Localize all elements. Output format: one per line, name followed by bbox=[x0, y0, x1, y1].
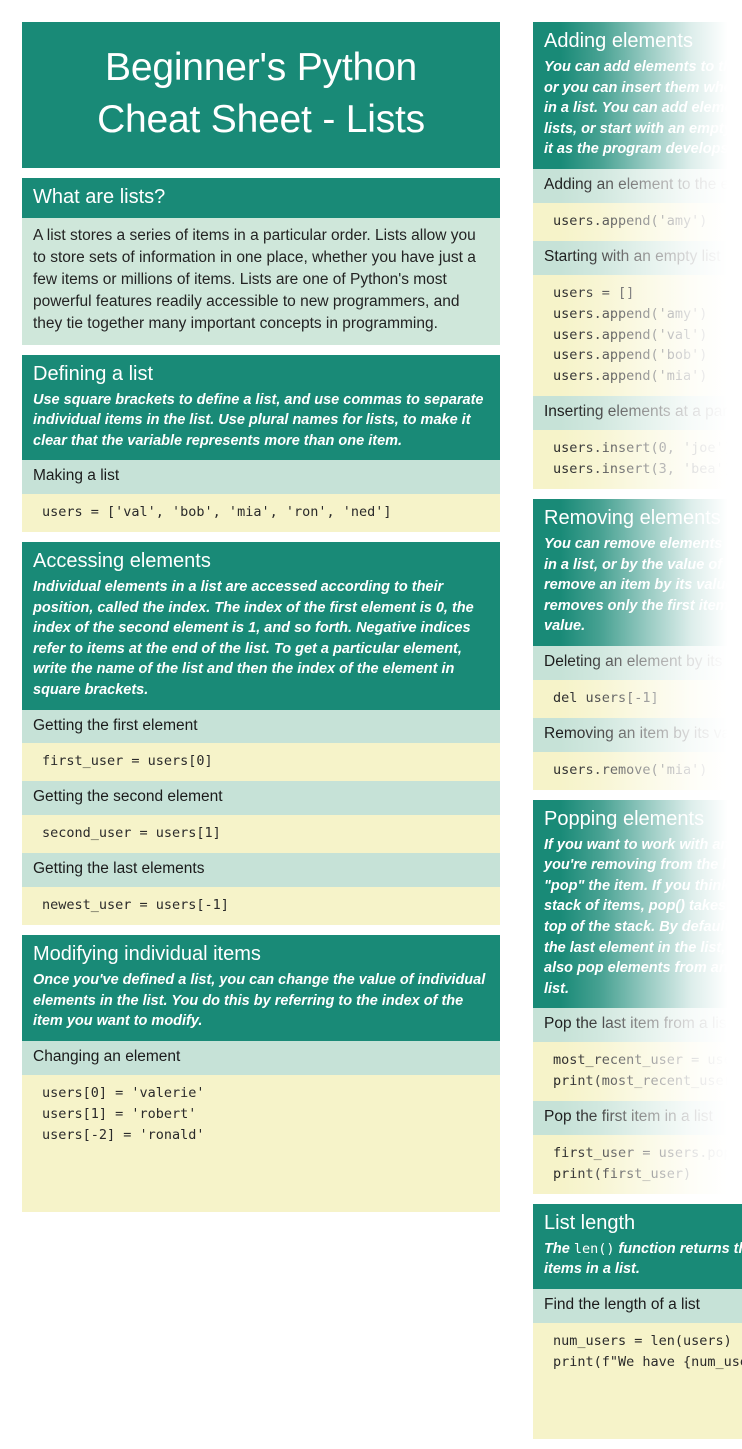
section-title: Popping elements bbox=[544, 807, 705, 830]
section-title: What are lists? bbox=[33, 185, 166, 208]
code-block: del users[-1] bbox=[533, 679, 742, 718]
page-title-line-2: Cheat Sheet - Lists bbox=[97, 97, 425, 141]
code-label: Inserting elements at a particular posit… bbox=[533, 396, 742, 431]
code-label: Starting with an empty list bbox=[533, 240, 742, 275]
section-title: Adding elements bbox=[544, 30, 693, 52]
section-description: Once you've defined a list, you can chan… bbox=[33, 972, 486, 1030]
section-description: Use square brackets to define a list, an… bbox=[33, 391, 484, 449]
section-header: Accessing elements Individual elements i… bbox=[22, 542, 500, 710]
section-header: Removing elements You can remove element… bbox=[533, 499, 742, 646]
code-label: Find the length of a list bbox=[533, 1288, 742, 1323]
code-label: Deleting an element by its position bbox=[533, 645, 742, 680]
section-header: Defining a list Use square brackets to d… bbox=[22, 354, 500, 461]
section-header: What are lists? bbox=[22, 177, 500, 218]
section-description: You can remove elements by their positio… bbox=[544, 536, 742, 635]
page-title-line-1: Beginner's Python bbox=[105, 46, 417, 89]
section-header: Adding elements You can add elements to … bbox=[533, 22, 742, 169]
section-accessing-elements: Accessing elements Individual elements i… bbox=[22, 542, 500, 926]
section-adding-elements: Adding elements You can add elements to … bbox=[533, 22, 742, 490]
code-label: Removing an item by its value bbox=[533, 717, 742, 752]
desc-prefix: The bbox=[544, 1240, 574, 1257]
code-label: Pop the first item in a list bbox=[533, 1101, 742, 1135]
code-block: users = [] users.append('amy') users.app… bbox=[533, 274, 742, 397]
section-popping-elements: Popping elements If you want to work wit… bbox=[533, 799, 742, 1194]
section-title: Accessing elements bbox=[33, 550, 211, 573]
section-title: List length bbox=[544, 1211, 636, 1234]
code-block: newest_user = users[-1] bbox=[22, 887, 500, 926]
section-description: You can add elements to the end of a lis… bbox=[544, 59, 742, 158]
page-title: Beginner's Python Cheat Sheet - Lists bbox=[22, 22, 500, 168]
section-removing-elements: Removing elements You can remove element… bbox=[533, 499, 742, 790]
section-description: If you want to work with an element that… bbox=[544, 836, 742, 997]
section-modifying-individual-items: Modifying individual items Once you've d… bbox=[22, 935, 500, 1212]
code-block: second_user = users[1] bbox=[22, 815, 500, 854]
code-label: Getting the last elements bbox=[22, 853, 500, 888]
section-body: A list stores a series of items in a par… bbox=[22, 217, 500, 345]
code-block: first_user = users[0] bbox=[22, 743, 500, 782]
section-description: Individual elements in a list are access… bbox=[33, 579, 474, 698]
section-what-are-lists: What are lists? A list stores a series o… bbox=[22, 177, 500, 345]
code-block: users = ['val', 'bob', 'mia', 'ron', 'ne… bbox=[22, 494, 500, 533]
left-column: Beginner's Python Cheat Sheet - Lists Wh… bbox=[22, 22, 500, 1222]
code-block: users[0] = 'valerie' users[1] = 'robert'… bbox=[22, 1074, 500, 1212]
code-block: users.remove('mia') bbox=[533, 751, 742, 790]
section-title: Defining a list bbox=[33, 362, 154, 385]
section-list-length: List length The len() function returns t… bbox=[533, 1203, 742, 1439]
code-block: users.append('amy') bbox=[533, 202, 742, 241]
section-defining-a-list: Defining a list Use square brackets to d… bbox=[22, 354, 500, 533]
code-block: users.insert(0, 'joe') users.insert(3, '… bbox=[533, 430, 742, 490]
cheat-sheet-page: Beginner's Python Cheat Sheet - Lists Wh… bbox=[0, 0, 742, 1439]
right-column: Adding elements You can add elements to … bbox=[533, 22, 742, 1449]
code-block: first_user = users.pop(0) print(first_us… bbox=[533, 1134, 742, 1194]
section-header: List length The len() function returns t… bbox=[533, 1203, 742, 1289]
code-label: Adding an element to the end of the list bbox=[533, 168, 742, 203]
section-title: Modifying individual items bbox=[33, 943, 261, 966]
desc-mono-token: len() bbox=[573, 1240, 615, 1257]
code-block: num_users = len(users) print(f"We have {… bbox=[533, 1322, 742, 1439]
code-label: Changing an element bbox=[22, 1040, 500, 1075]
section-description-composite: The len() function returns the number of… bbox=[544, 1239, 742, 1280]
code-block: most_recent_user = users.pop() print(mos… bbox=[533, 1042, 742, 1101]
code-label: Getting the second element bbox=[22, 781, 500, 816]
code-label: Getting the first element bbox=[22, 709, 500, 744]
section-header: Modifying individual items Once you've d… bbox=[22, 935, 500, 1041]
page-right-margin bbox=[735, 0, 742, 1200]
code-label: Pop the last item from a list bbox=[533, 1008, 742, 1043]
section-title: Removing elements bbox=[544, 507, 721, 530]
code-label: Making a list bbox=[22, 460, 500, 495]
section-header: Popping elements If you want to work wit… bbox=[533, 799, 742, 1009]
